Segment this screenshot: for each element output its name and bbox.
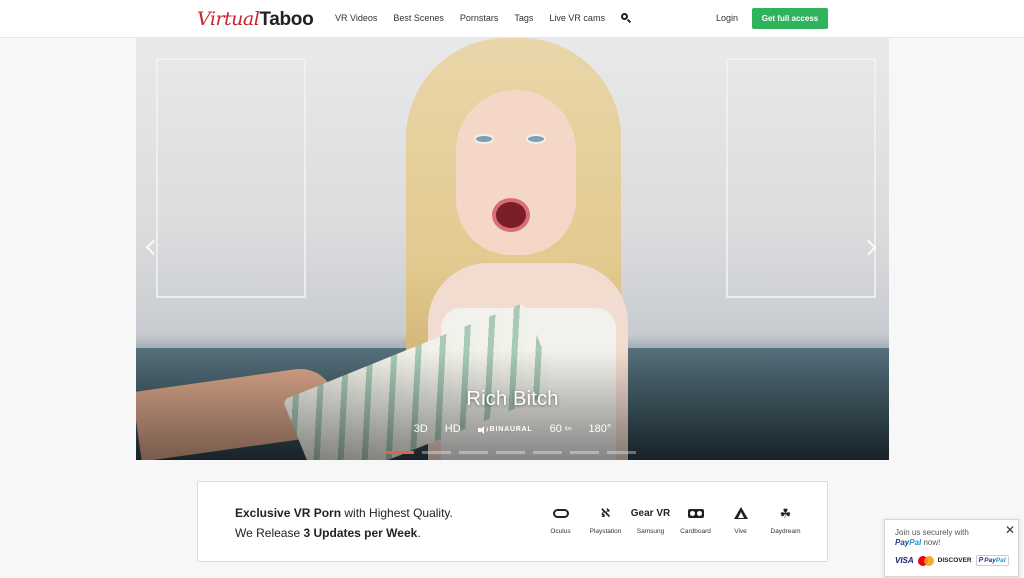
slider-dot-2[interactable] — [422, 451, 451, 454]
playstation-icon: ℵ — [600, 506, 611, 520]
hero-title[interactable]: Rich Bitch — [136, 388, 889, 411]
hero-features: 3D HD BINAURAL 60 fps 180° — [136, 423, 889, 435]
nav-live-vr-cams[interactable]: Live VR cams — [549, 13, 605, 23]
daydream-icon: ☘ — [779, 505, 792, 521]
visa-logo: VISA — [895, 556, 914, 565]
vive-icon — [733, 507, 748, 519]
payment-methods: VISA DISCOVER P Pay Pal — [895, 555, 1009, 566]
device-playstation: ℵ Playstation — [589, 506, 622, 535]
speaker-icon — [477, 425, 488, 434]
paypal-popup-text: Join us securely with — [895, 528, 969, 537]
discover-logo: DISCOVER — [937, 557, 972, 564]
search-icon[interactable] — [620, 13, 632, 24]
slider-dot-5[interactable] — [533, 451, 562, 454]
site-header: Virtual Taboo VR Videos Best Scenes Porn… — [0, 0, 1024, 38]
nav-tags[interactable]: Tags — [514, 13, 533, 23]
logo-part-taboo: Taboo — [259, 9, 314, 30]
slider-pagination — [385, 451, 636, 454]
feature-60fps: 60 fps — [549, 423, 572, 435]
mastercard-icon — [917, 555, 934, 566]
slider-dot-4[interactable] — [496, 451, 525, 454]
promo-info-box: Exclusive VR Porn with Highest Quality. … — [197, 481, 828, 562]
feature-binaural: BINAURAL — [477, 425, 533, 434]
feature-180: 180° — [588, 423, 612, 435]
main-nav: VR Videos Best Scenes Pornstars Tags Liv… — [335, 13, 632, 24]
chevron-right-icon — [860, 239, 877, 256]
device-samsung: Gear VR Samsung — [630, 507, 671, 536]
device-cardboard: Cardboard — [673, 505, 718, 535]
nav-vr-videos[interactable]: VR Videos — [335, 13, 377, 23]
feature-hd: HD — [444, 423, 461, 435]
slider-dot-3[interactable] — [459, 451, 488, 454]
gear-vr-icon: Gear VR — [630, 507, 671, 519]
logo-part-virtual: Virtual — [197, 8, 260, 30]
device-vive: Vive — [718, 505, 763, 535]
paypal-logo: P Pay Pal — [975, 555, 1009, 566]
slider-prev-button[interactable] — [144, 236, 162, 262]
nav-best-scenes[interactable]: Best Scenes — [393, 13, 444, 23]
chevron-left-icon — [145, 239, 162, 256]
oculus-icon — [552, 508, 569, 518]
slider-next-button[interactable] — [860, 236, 880, 262]
login-link[interactable]: Login — [716, 13, 738, 23]
nav-pornstars[interactable]: Pornstars — [460, 13, 499, 23]
supported-devices: Oculus ℵ Playstation Gear VR Samsung Car… — [538, 505, 808, 535]
feature-3d: 3D — [413, 423, 428, 435]
hero-slider[interactable]: Rich Bitch 3D HD BINAURAL 60 fps 180° — [136, 38, 889, 460]
site-logo[interactable]: Virtual Taboo — [197, 8, 314, 32]
device-oculus: Oculus — [538, 505, 583, 535]
paypal-popup-brand-line: PayPal now! — [895, 538, 941, 547]
device-daydream: ☘ Daydream — [770, 505, 801, 536]
slider-dot-7[interactable] — [607, 451, 636, 454]
close-icon[interactable]: ✕ — [1004, 524, 1016, 536]
slider-dot-1[interactable] — [385, 451, 414, 454]
cardboard-icon — [687, 508, 704, 518]
promo-line-2: We Release 3 Updates per Week. — [235, 526, 421, 540]
promo-line-1: Exclusive VR Porn with Highest Quality. — [235, 506, 453, 520]
slider-dot-6[interactable] — [570, 451, 599, 454]
paypal-popup: Join us securely with PayPal now! ✕ VISA… — [884, 519, 1019, 577]
get-full-access-button[interactable]: Get full access — [752, 8, 828, 29]
